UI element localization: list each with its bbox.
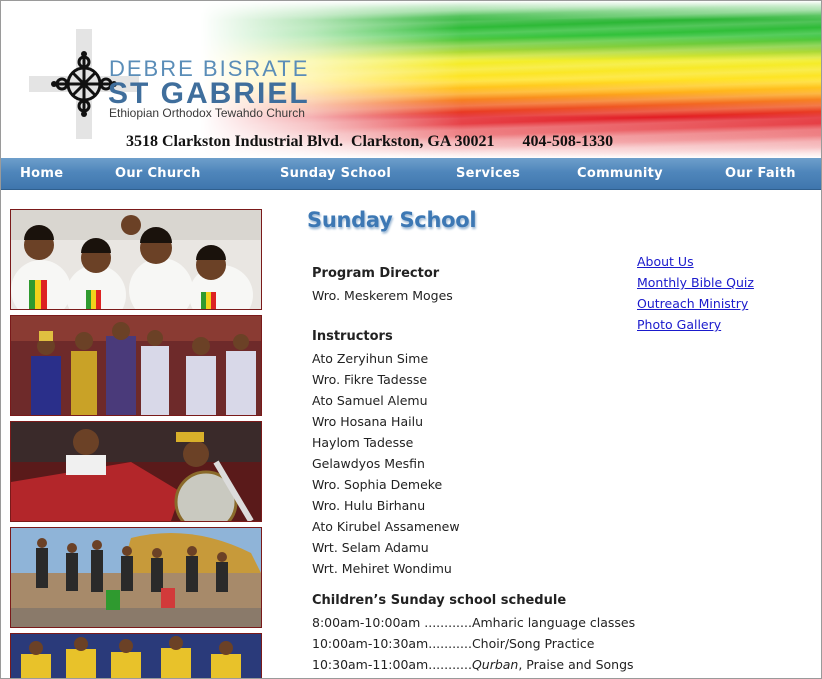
link-about-us[interactable]: About Us	[637, 253, 754, 274]
page-frame: DEBRE BISRATE ST GABRIEL Ethiopian Ortho…	[0, 0, 822, 679]
main-nav: Home Our Church Sunday School Services C…	[1, 158, 821, 190]
instructor-item: Wro. Hulu Birhanu	[312, 498, 426, 513]
instructor-item: Wrt. Selam Adamu	[312, 540, 429, 555]
schedule-row: 10:00am-10:30am...........Choir/Song Pra…	[312, 636, 594, 651]
instructor-item: Wro Hosana Hailu	[312, 414, 423, 429]
schedule-row: 10:30am-11:00am...........Qurban, Praise…	[312, 657, 634, 672]
schedule-time: 10:00am-10:30am...........	[312, 636, 472, 651]
schedule-activity: Choir/Song Practice	[471, 636, 595, 651]
church-address: 3518 Clarkston Industrial Blvd. Clarksto…	[126, 133, 614, 150]
schedule-time: 8:00am-10:00am ............	[312, 615, 472, 630]
nav-home[interactable]: Home	[20, 166, 63, 181]
nav-our-church[interactable]: Our Church	[115, 166, 201, 181]
children-in-white-photo	[10, 209, 262, 310]
instructor-item: Gelawdyos Mesfin	[312, 456, 425, 471]
nav-sunday-school[interactable]: Sunday School	[280, 166, 391, 181]
nativity-play-photo	[10, 315, 262, 416]
schedule-row: 8:00am-10:00am ............Amharic langu…	[312, 615, 635, 630]
site-header: DEBRE BISRATE ST GABRIEL Ethiopian Ortho…	[1, 1, 821, 158]
instructor-item: Haylom Tadesse	[312, 435, 414, 450]
schedule-time: 10:30am-11:00am...........	[312, 657, 472, 672]
choir-children-photo	[10, 633, 262, 678]
link-monthly-bible-quiz[interactable]: Monthly Bible Quiz	[637, 274, 754, 295]
schedule-activity: , Praise and Songs	[518, 657, 634, 672]
schedule-activity-italic: Qurban	[471, 657, 519, 672]
page-title: Sunday School	[307, 208, 477, 232]
link-photo-gallery[interactable]: Photo Gallery	[637, 316, 754, 337]
link-outreach-ministry[interactable]: Outreach Ministry	[637, 295, 754, 316]
instructor-item: Ato Samuel Alemu	[312, 393, 428, 408]
sidebar-links: About Us Monthly Bible Quiz Outreach Min…	[637, 253, 754, 337]
nav-community[interactable]: Community	[577, 166, 663, 181]
group-outdoors-photo	[10, 527, 262, 628]
nav-our-faith[interactable]: Our Faith	[725, 166, 796, 181]
instructor-item: Wrt. Mehiret Wondimu	[312, 561, 452, 576]
director-heading: Program Director	[312, 266, 440, 281]
schedule-activity: Amharic language classes	[471, 615, 636, 630]
instructor-item: Ato Zeryihun Sime	[312, 351, 429, 366]
instructors-heading: Instructors	[312, 329, 393, 344]
instructor-item: Ato Kirubel Assamenew	[312, 519, 460, 534]
instructor-item: Wro. Sophia Demeke	[312, 477, 443, 492]
instructor-item: Wro. Fikre Tadesse	[312, 372, 428, 387]
church-subtitle: Ethiopian Orthodox Tewahdo Church	[109, 106, 305, 120]
child-with-crown-photo	[10, 421, 262, 522]
director-name: Wro. Meskerem Moges	[312, 288, 453, 303]
schedule-heading: Children’s Sunday school schedule	[312, 593, 567, 608]
nav-services[interactable]: Services	[456, 166, 520, 181]
